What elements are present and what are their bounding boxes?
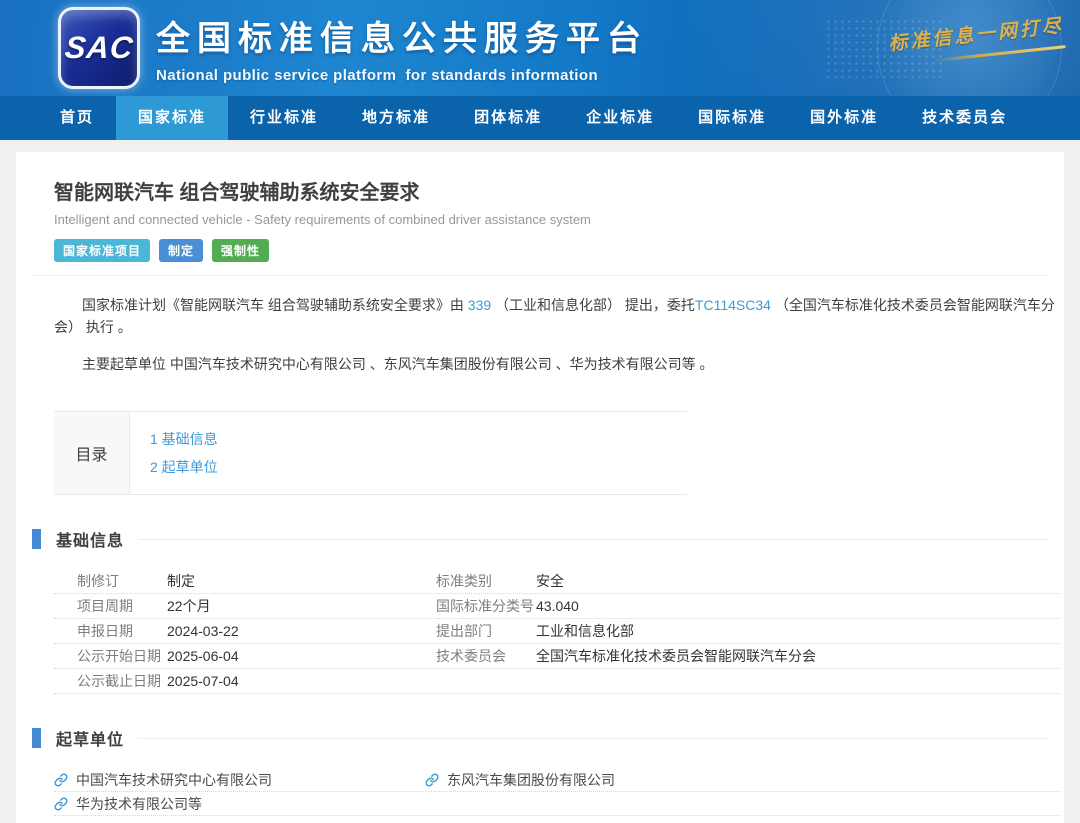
section-bar-icon xyxy=(32,529,41,549)
list-item-row: 华为技术有限公司等 xyxy=(54,792,1060,816)
table-row: 制修订 制定 标准类别 安全 xyxy=(54,569,1060,594)
section-title-basic-info: 基础信息 xyxy=(56,527,124,551)
drafting-unit-name[interactable]: 华为技术有限公司等 xyxy=(76,794,202,814)
nav-item-industry-standards[interactable]: 行业标准 xyxy=(228,96,340,140)
section-header-drafting-units: 起草单位 xyxy=(32,726,1048,750)
nav-item-foreign-standards[interactable]: 国外标准 xyxy=(788,96,900,140)
proposing-department-link[interactable]: 工业和信息化部 xyxy=(536,621,1060,641)
info-label: 公示开始日期 xyxy=(77,646,167,666)
badge-national-standard-project: 国家标准项目 xyxy=(54,239,150,262)
table-row: 公示开始日期 2025-06-04 技术委员会 全国汽车标准化技术委员会智能网联… xyxy=(54,644,1060,669)
nav-item-group-standards[interactable]: 团体标准 xyxy=(452,96,564,140)
intro-text-1: 国家标准计划《智能网联汽车 组合驾驶辅助系统安全要求》由 xyxy=(82,297,468,313)
drafting-unit-name[interactable]: 东风汽车集团股份有限公司 xyxy=(447,770,615,790)
toc-link-drafting-units[interactable]: 2 起草单位 xyxy=(150,453,218,481)
info-label: 标准类别 xyxy=(436,571,536,591)
committee-code-link[interactable]: TC114SC34 xyxy=(695,297,771,313)
section-title-drafting-units: 起草单位 xyxy=(56,726,124,750)
table-row: 申报日期 2024-03-22 提出部门 工业和信息化部 xyxy=(54,619,1060,644)
nav-item-home[interactable]: 首页 xyxy=(38,96,116,140)
info-label: 项目周期 xyxy=(77,596,167,616)
nav-item-international-standards[interactable]: 国际标准 xyxy=(676,96,788,140)
badge-formulate: 制定 xyxy=(159,239,203,262)
nav-item-national-standards[interactable]: 国家标准 xyxy=(116,96,228,140)
drafting-unit[interactable]: 华为技术有限公司等 xyxy=(54,794,425,814)
nav-item-enterprise-standards[interactable]: 企业标准 xyxy=(564,96,676,140)
chain-link-icon xyxy=(425,773,439,787)
badge-row: 国家标准项目 制定 强制性 xyxy=(54,239,1026,262)
section-bar-icon xyxy=(32,728,41,748)
drafting-unit[interactable]: 中国汽车技术研究中心有限公司 xyxy=(54,770,425,790)
banner-titles: 全国标准信息公共服务平台 National public service pla… xyxy=(156,11,648,84)
intro-paragraph-1: 国家标准计划《智能网联汽车 组合驾驶辅助系统安全要求》由 339 （工业和信息化… xyxy=(54,294,1060,338)
info-label: 制修订 xyxy=(77,571,167,591)
department-code-link[interactable]: 339 xyxy=(468,297,491,313)
intro-paragraphs: 国家标准计划《智能网联汽车 组合驾驶辅助系统安全要求》由 339 （工业和信息化… xyxy=(16,276,1064,375)
toc-link-basic-info[interactable]: 1 基础信息 xyxy=(150,425,218,453)
list-item-row: 中国汽车技术研究中心有限公司 东风汽车集团股份有限公司 xyxy=(54,768,1060,792)
site-banner: SAC 全国标准信息公共服务平台 National public service… xyxy=(0,0,1080,96)
info-value: 安全 xyxy=(536,571,1060,591)
table-row: 公示截止日期 2025-07-04 xyxy=(54,669,1060,694)
info-label: 技术委员会 xyxy=(436,646,536,666)
standard-title-block: 智能网联汽车 组合驾驶辅助系统安全要求 Intelligent and conn… xyxy=(16,152,1064,262)
info-value: 2024-03-22 xyxy=(167,623,436,639)
info-label: 公示截止日期 xyxy=(77,671,167,691)
technical-committee-link[interactable]: 全国汽车标准化技术委员会智能网联汽车分会 xyxy=(536,646,1060,666)
sac-logo-text: SAC xyxy=(63,30,135,66)
sac-logo[interactable]: SAC xyxy=(58,7,140,89)
content-card: 智能网联汽车 组合驾驶辅助系统安全要求 Intelligent and conn… xyxy=(16,152,1064,823)
site-subtitle-en: National public service platform for sta… xyxy=(156,67,648,84)
info-label: 提出部门 xyxy=(436,621,536,641)
chain-link-icon xyxy=(54,797,68,811)
drafting-units-list: 中国汽车技术研究中心有限公司 东风汽车集团股份有限公司 华为技术有限公司等 xyxy=(54,768,1060,816)
page-wrapper: 智能网联汽车 组合驾驶辅助系统安全要求 Intelligent and conn… xyxy=(0,140,1080,823)
toc-label: 目录 xyxy=(54,412,130,494)
info-value: 22个月 xyxy=(167,596,436,616)
section-divider-line xyxy=(138,738,1048,739)
info-value: 43.040 xyxy=(536,598,1060,614)
info-value: 制定 xyxy=(167,571,436,591)
toc-links: 1 基础信息 2 起草单位 xyxy=(130,412,218,494)
chain-link-icon xyxy=(54,773,68,787)
info-value: 2025-06-04 xyxy=(167,648,436,664)
drafting-unit[interactable]: 东风汽车集团股份有限公司 xyxy=(425,770,1060,790)
nav-item-technical-committees[interactable]: 技术委员会 xyxy=(900,96,1029,140)
intro-text-2: （工业和信息化部） 提出，委托 xyxy=(491,297,695,313)
nav-item-local-standards[interactable]: 地方标准 xyxy=(340,96,452,140)
table-of-contents: 目录 1 基础信息 2 起草单位 xyxy=(54,411,687,495)
table-row: 项目周期 22个月 国际标准分类号 43.040 xyxy=(54,594,1060,619)
info-label: 申报日期 xyxy=(77,621,167,641)
site-title: 全国标准信息公共服务平台 xyxy=(156,11,648,60)
standard-title: 智能网联汽车 组合驾驶辅助系统安全要求 xyxy=(54,176,1026,205)
section-divider-line xyxy=(138,539,1048,540)
info-label: 国际标准分类号 xyxy=(436,596,536,616)
standard-title-en: Intelligent and connected vehicle - Safe… xyxy=(54,212,1026,227)
main-nav: 首页 国家标准 行业标准 地方标准 团体标准 企业标准 国际标准 国外标准 技术… xyxy=(0,96,1080,140)
info-value: 2025-07-04 xyxy=(167,673,436,689)
section-header-basic-info: 基础信息 xyxy=(32,527,1048,551)
drafting-unit-name[interactable]: 中国汽车技术研究中心有限公司 xyxy=(76,770,272,790)
intro-paragraph-2: 主要起草单位 中国汽车技术研究中心有限公司 、东风汽车集团股份有限公司 、华为技… xyxy=(54,353,1060,375)
badge-mandatory: 强制性 xyxy=(212,239,269,262)
basic-info-table: 制修订 制定 标准类别 安全 项目周期 22个月 国际标准分类号 43.040 … xyxy=(54,569,1060,694)
